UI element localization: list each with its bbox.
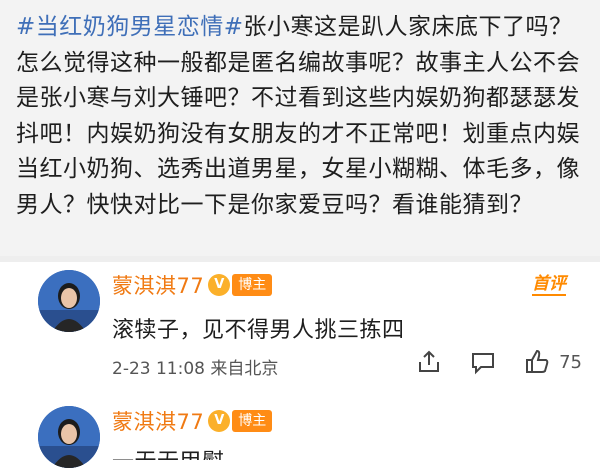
post-hashtag[interactable]: #当红奶狗男星恋情# bbox=[16, 14, 244, 40]
comment-item: 蒙淇淇77 V 博主 首评 滚犊子，见不得男人挑三拣四 2-23 11:08 来… bbox=[0, 262, 600, 400]
host-badge: 博主 bbox=[232, 274, 273, 296]
post-text: #当红奶狗男星恋情#张小寒这是趴人家床底下了吗？怎么觉得这种一般都是匿名编故事呢… bbox=[16, 10, 586, 224]
vip-icon: V bbox=[208, 274, 231, 296]
comment-meta: 2-23 11:08 来自北京 bbox=[112, 354, 278, 379]
comment-text: 一无无甲熨 bbox=[112, 444, 225, 460]
host-badge: 博主 bbox=[232, 410, 273, 432]
avatar[interactable] bbox=[38, 270, 100, 332]
comment-actions: 75 bbox=[389, 348, 582, 376]
comment-header: 蒙淇淇77 V 博主 bbox=[112, 406, 273, 436]
thumbs-up-icon[interactable] bbox=[523, 348, 551, 376]
like-count: 75 bbox=[559, 351, 582, 373]
weibo-post: #当红奶狗男星恋情#张小寒这是趴人家床底下了吗？怎么觉得这种一般都是匿名编故事呢… bbox=[0, 0, 600, 256]
username[interactable]: 蒙淇淇77 bbox=[112, 406, 204, 436]
username[interactable]: 蒙淇淇77 bbox=[112, 270, 204, 300]
share-icon[interactable] bbox=[415, 348, 443, 376]
comment-icon[interactable] bbox=[469, 348, 497, 376]
post-body: 张小寒这是趴人家床底下了吗？怎么觉得这种一般都是匿名编故事呢？故事主人公不会是张… bbox=[16, 14, 580, 218]
comment-header: 蒙淇淇77 V 博主 bbox=[112, 270, 273, 300]
comment-item: 蒙淇淇77 V 博主 一无无甲熨 bbox=[0, 400, 600, 468]
first-comment-badge: 首评 bbox=[532, 274, 566, 296]
comment-time: 2-23 11:08 bbox=[112, 359, 205, 379]
comment-text: 滚犊子，见不得男人挑三拣四 bbox=[112, 318, 405, 343]
avatar[interactable] bbox=[38, 406, 100, 468]
comment-source: 来自北京 bbox=[210, 359, 279, 379]
vip-icon: V bbox=[208, 410, 231, 432]
